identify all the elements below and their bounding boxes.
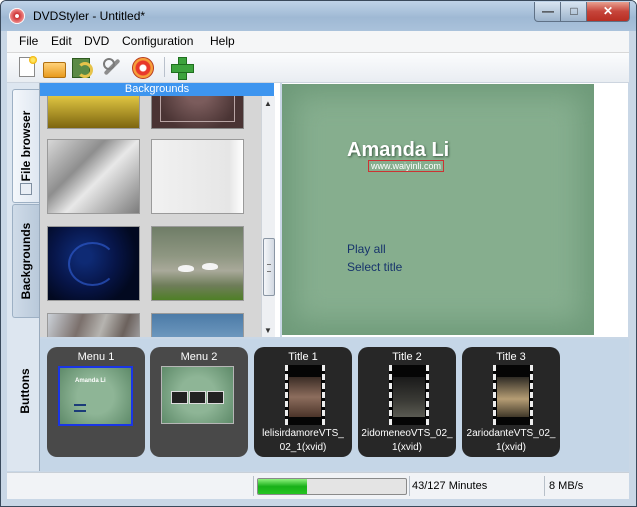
thumbnail-grid (40, 96, 261, 337)
menu-title-text[interactable]: Amanda Li (347, 139, 449, 162)
status-separator (409, 476, 410, 496)
menu-edit[interactable]: Edit (51, 34, 72, 48)
minimize-button[interactable]: — (534, 2, 562, 22)
menu-canvas[interactable]: Amanda Li www.waiyinli.com Play all Sele… (282, 84, 594, 335)
side-tab-strip: File browser Backgrounds Buttons (7, 83, 40, 471)
data-rate-text: 8 MB/s (549, 480, 584, 492)
browser-header: Backgrounds (40, 83, 274, 96)
title-1-label: Title 1 (288, 351, 318, 363)
title-1-caption-line2: 02_1(xvid) (279, 442, 327, 453)
menu-1-label: Menu 1 (77, 351, 115, 363)
film-strip-icon (389, 365, 429, 425)
menu-dvd[interactable]: DVD (84, 34, 109, 48)
tiny-menu-title: Amanda Li (75, 378, 106, 384)
tab-backgrounds[interactable]: Backgrounds (12, 204, 39, 318)
menu-2-thumbnail (161, 366, 234, 424)
background-thumb-bark[interactable] (47, 313, 140, 337)
background-thumb-swans[interactable] (151, 226, 244, 301)
title-1-caption: lelisirdamoreVTS_ 02_1(xvid) (254, 427, 352, 455)
maximize-button[interactable]: □ (560, 2, 588, 22)
grip-icon (267, 264, 271, 272)
scroll-up-icon[interactable]: ▲ (264, 99, 272, 108)
background-thumb-sky[interactable] (151, 313, 244, 337)
menu-2-label: Menu 2 (180, 351, 218, 363)
tab-file-browser-label: File browser (19, 110, 33, 182)
menu-1-thumbnail: Amanda Li (58, 366, 133, 426)
video-frame (393, 377, 425, 417)
title-2-label: Title 2 (392, 351, 422, 363)
title-2-caption-line1: 2idomeneoVTS_02_ (361, 428, 453, 439)
status-separator (544, 476, 545, 496)
settings-icon[interactable] (100, 56, 124, 78)
browser-scrollbar[interactable]: ▲ ▼ (261, 96, 275, 337)
background-thumb-blue[interactable] (47, 226, 140, 301)
close-button[interactable]: ✕ (586, 2, 630, 22)
menu-help[interactable]: Help (210, 34, 235, 48)
dvdstyler-app-icon[interactable] (9, 8, 25, 24)
menu-url-text[interactable]: www.waiyinli.com (368, 160, 445, 172)
select-title-button[interactable]: Select title (347, 260, 402, 274)
menu-1-card[interactable]: Menu 1 Amanda Li (47, 347, 145, 457)
progress-fill (258, 479, 307, 494)
open-icon[interactable] (42, 56, 66, 78)
title-3-caption: 2ariodanteVTS_02_ 1(xvid) (462, 427, 560, 455)
canvas-glow (294, 94, 582, 322)
tab-file-browser[interactable]: File browser (12, 89, 39, 203)
title-bar[interactable]: DVDStyler - Untitled* — □ ✕ (1, 1, 636, 31)
toolbar (7, 53, 629, 83)
app-window: DVDStyler - Untitled* — □ ✕ File Edit DV… (0, 0, 637, 507)
film-strip-icon (493, 365, 533, 425)
title-2-card[interactable]: Title 2 2idomeneoVTS_02_ 1(xvid) (358, 347, 456, 457)
burn-icon[interactable] (131, 56, 155, 79)
status-separator (253, 476, 254, 496)
background-browser: Backgrounds ▲ ▼ (40, 83, 280, 337)
background-thumb-silver[interactable] (47, 139, 140, 214)
scroll-down-icon[interactable]: ▼ (264, 326, 272, 335)
title-3-card[interactable]: Title 3 2ariodanteVTS_02_ 1(xvid) (462, 347, 560, 457)
file-browser-icon (20, 183, 32, 195)
toolbar-separator (164, 57, 165, 77)
scroll-thumb[interactable] (263, 238, 275, 296)
clip-thumb (171, 391, 188, 404)
title-1-card[interactable]: Title 1 lelisirdamoreVTS_ 02_1(xvid) (254, 347, 352, 457)
background-thumb-white[interactable] (151, 139, 244, 214)
menu-preview-panel: Amanda Li www.waiyinli.com Play all Sele… (282, 83, 628, 337)
tiny-button-line (74, 410, 86, 412)
titleset-manager: Menu 1 Amanda Li Menu 2 Title 1 lelisird… (40, 339, 629, 471)
background-thumb-gold[interactable] (47, 96, 140, 129)
menu-2-card[interactable]: Menu 2 (150, 347, 248, 457)
video-frame (497, 377, 529, 417)
title-3-caption-line1: 2ariodanteVTS_02_ (466, 428, 556, 439)
menu-bar: File Edit DVD Configuration Help (7, 31, 629, 53)
clip-thumb (207, 391, 224, 404)
tab-buttons-label: Buttons (18, 368, 32, 414)
title-3-caption-line2: 1(xvid) (495, 442, 526, 453)
clip-thumb (189, 391, 206, 404)
title-2-caption-line2: 1(xvid) (391, 442, 422, 453)
disc-usage-progress (257, 478, 407, 495)
status-bar: 43/127 Minutes 8 MB/s (7, 472, 629, 499)
tiny-button-line (74, 404, 86, 406)
swan-shape (202, 263, 218, 270)
add-icon[interactable] (170, 56, 194, 80)
save-icon[interactable] (69, 56, 93, 78)
background-thumb-dark-red[interactable] (151, 96, 244, 129)
new-icon[interactable] (15, 56, 39, 78)
tab-backgrounds-label: Backgrounds (19, 222, 33, 300)
tab-buttons[interactable]: Buttons (12, 335, 38, 447)
play-all-button[interactable]: Play all (347, 242, 386, 256)
title-1-caption-line1: lelisirdamoreVTS_ (262, 428, 344, 439)
film-strip-icon (285, 365, 325, 425)
menu-configuration[interactable]: Configuration (122, 34, 193, 48)
title-3-label: Title 3 (496, 351, 526, 363)
duration-text: 43/127 Minutes (412, 480, 488, 492)
swan-shape (178, 265, 194, 272)
title-2-caption: 2idomeneoVTS_02_ 1(xvid) (358, 427, 456, 455)
video-frame (289, 377, 321, 417)
window-title: DVDStyler - Untitled* (33, 9, 146, 23)
menu-file[interactable]: File (19, 34, 38, 48)
